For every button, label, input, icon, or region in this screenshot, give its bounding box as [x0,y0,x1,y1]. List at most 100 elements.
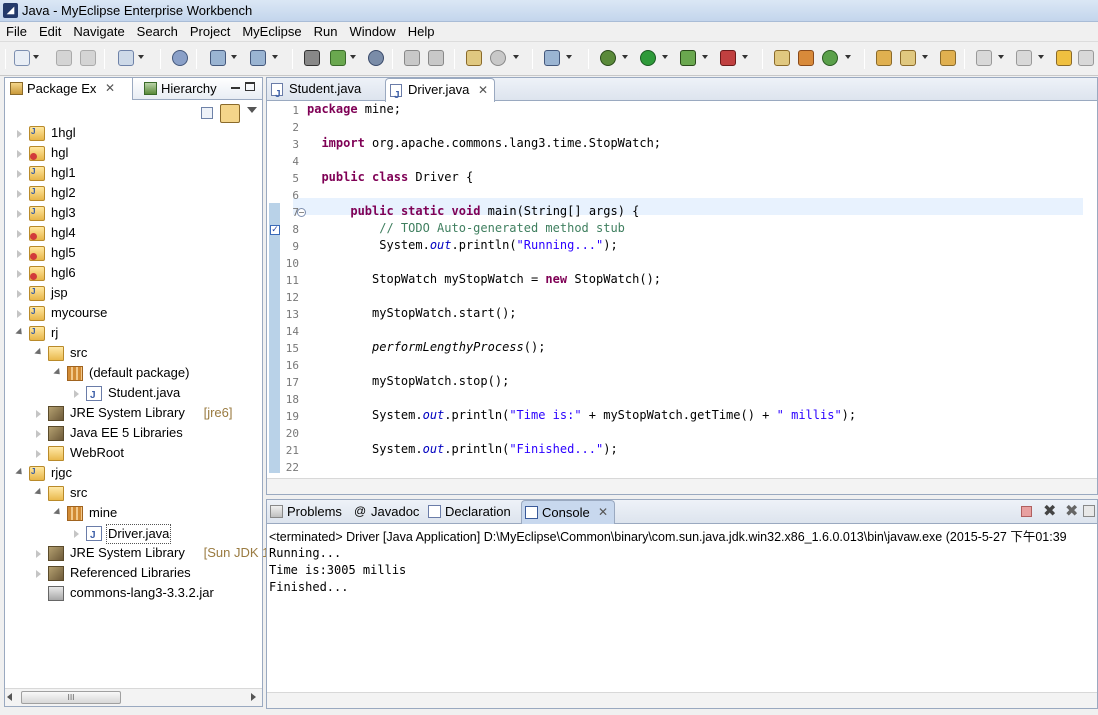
expanded-arrow-icon[interactable] [34,487,44,498]
previous-annotation-icon[interactable] [1016,50,1032,66]
expanded-arrow-icon[interactable] [15,467,25,478]
tree-item[interactable]: commons-lang3-3.3.2.jar [5,584,262,604]
task-marker-icon[interactable]: ✓ [270,225,280,235]
run-last-icon[interactable] [680,50,696,66]
menu-run[interactable]: Run [308,22,344,39]
tree-item[interactable]: rjgc [5,463,262,484]
minimize-icon[interactable] [231,87,240,89]
refactor-icon[interactable] [428,50,444,66]
collapsed-arrow-icon[interactable] [17,170,22,178]
tree-item[interactable]: hgl [5,144,262,164]
tree-item[interactable]: hgl2 [5,183,262,204]
tab-console[interactable]: Console ✕ [521,500,615,524]
code-line[interactable]: package mine; [307,102,401,116]
maximize-icon[interactable] [245,82,255,91]
remove-launch-icon[interactable]: ✖ [1043,502,1056,520]
close-icon[interactable]: ✕ [478,79,488,101]
search-files-icon[interactable] [940,50,956,66]
menu-project[interactable]: Project [184,22,236,39]
collapsed-arrow-icon[interactable] [17,190,22,198]
tab-declaration[interactable]: Declaration [425,500,519,524]
fold-icon[interactable]: − [297,208,306,217]
expanded-arrow-icon[interactable] [15,327,25,338]
clear-console-icon[interactable] [1083,505,1095,517]
collapsed-arrow-icon[interactable] [74,530,79,538]
close-icon[interactable]: ✕ [105,78,115,99]
view-menu-icon[interactable] [247,107,257,113]
collapsed-arrow-icon[interactable] [17,210,22,218]
code-line[interactable]: System.out.println("Finished..."); [307,442,618,456]
forward-icon[interactable] [1078,50,1094,66]
tree-item[interactable]: hgl4 [5,224,262,244]
code-line[interactable]: System.out.println("Time is:" + myStopWa… [307,408,856,422]
collapsed-arrow-icon[interactable] [17,250,22,258]
settings-icon[interactable] [490,50,506,66]
tree-item[interactable]: mine [5,504,262,524]
tree-item[interactable]: JRE System Library [jre6] [5,404,262,424]
menu-navigate[interactable]: Navigate [67,22,130,39]
code-line[interactable]: // TODO Auto-generated method stub [307,221,625,235]
globe-icon[interactable] [368,50,384,66]
collapsed-arrow-icon[interactable] [36,430,41,438]
open-type-icon[interactable] [304,50,320,66]
tab-student-java[interactable]: Student.java [267,78,383,106]
pencil-icon[interactable] [900,50,916,66]
new-class-icon[interactable] [822,50,838,66]
run-icon[interactable] [640,50,656,66]
collapsed-arrow-icon[interactable] [17,270,22,278]
camera-icon[interactable] [544,50,560,66]
tab-problems[interactable]: Problems [267,500,349,524]
code-line[interactable]: performLengthyProcess(); [307,340,545,354]
task-icon[interactable] [466,50,482,66]
tree-item[interactable]: JRE System Library [Sun JDK 1.6.0 [5,544,291,564]
tree-item[interactable]: hgl3 [5,203,262,224]
next-annotation-icon[interactable] [976,50,992,66]
new-project-icon[interactable] [118,50,134,66]
edit-icon[interactable] [404,50,420,66]
tree-item[interactable]: hgl5 [5,244,262,264]
new-package-icon[interactable] [798,50,814,66]
terminate-icon[interactable] [1021,506,1032,517]
code-line[interactable]: StopWatch myStopWatch = new StopWatch(); [307,272,661,286]
expanded-arrow-icon[interactable] [53,367,63,378]
tree-item[interactable]: WebRoot [5,444,262,464]
tree-item[interactable]: src [5,344,262,364]
server-icon[interactable] [172,50,188,66]
collapsed-arrow-icon[interactable] [17,230,22,238]
collapsed-arrow-icon[interactable] [36,570,41,578]
collapsed-arrow-icon[interactable] [36,550,41,558]
collapse-all-icon[interactable] [201,107,213,119]
tab-package-explorer[interactable]: Package Ex ✕ [5,78,133,100]
tree-item[interactable]: 1hgl [5,123,262,144]
remove-all-icon[interactable]: ✖ [1065,502,1078,520]
menu-file[interactable]: File [0,22,33,39]
collapsed-arrow-icon[interactable] [17,150,22,158]
link-with-editor-icon[interactable] [220,104,240,123]
collapsed-arrow-icon[interactable] [17,310,22,318]
new-icon[interactable] [14,50,30,66]
tree-item[interactable]: (default package) [5,364,262,384]
external-tools-icon[interactable] [720,50,736,66]
tree-item[interactable]: rj [5,323,262,344]
collapsed-arrow-icon[interactable] [74,390,79,398]
menu-edit[interactable]: Edit [33,22,67,39]
collapsed-arrow-icon[interactable] [17,290,22,298]
tree-item[interactable]: Referenced Libraries [5,564,262,584]
code-line[interactable]: System.out.println("Running..."); [307,238,617,252]
new-java-project-icon[interactable] [774,50,790,66]
editor-horizontal-scrollbar[interactable] [267,478,1097,494]
expanded-arrow-icon[interactable] [53,507,63,518]
collapsed-arrow-icon[interactable] [36,410,41,418]
code-line[interactable]: public class Driver { [307,170,473,184]
expanded-arrow-icon[interactable] [34,347,44,358]
tree-item[interactable]: hgl6 [5,264,262,284]
debug-icon[interactable] [600,50,616,66]
print-icon[interactable] [80,50,96,66]
code-line[interactable]: import org.apache.commons.lang3.time.Sto… [307,136,661,150]
tab-driver-java[interactable]: Driver.java ✕ [385,78,495,107]
code-line[interactable]: myStopWatch.stop(); [307,374,509,388]
tree-item[interactable]: Java EE 5 Libraries [5,424,262,444]
open-folder-icon[interactable] [876,50,892,66]
menu-help[interactable]: Help [402,22,441,39]
scroll-left-icon[interactable] [7,693,12,701]
